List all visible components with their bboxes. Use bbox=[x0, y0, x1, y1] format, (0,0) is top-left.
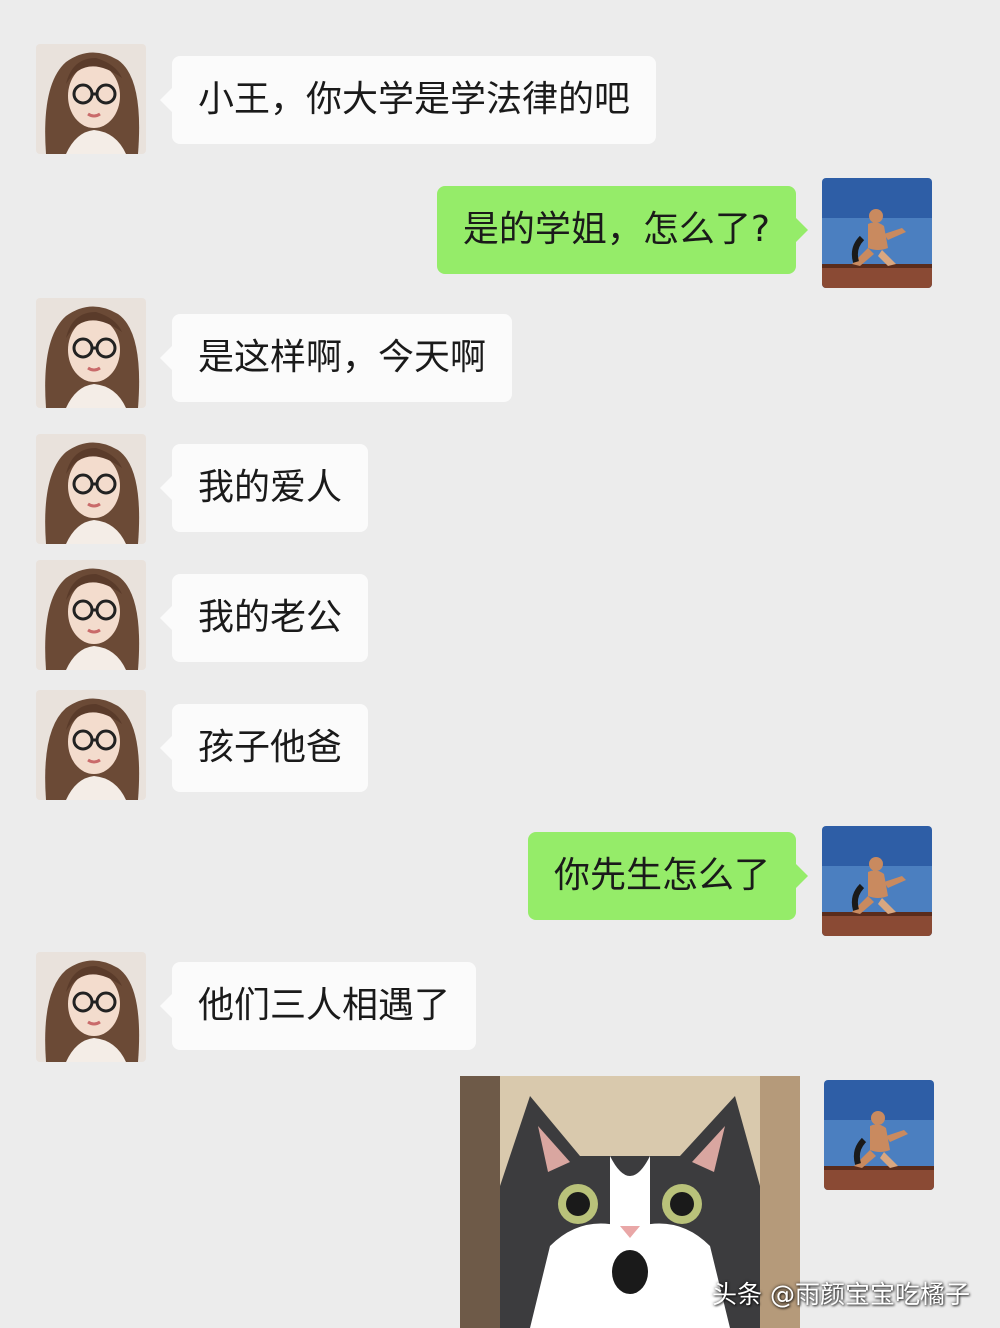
incoming-message-bubble[interactable]: 是这样啊，今天啊 bbox=[159, 314, 513, 402]
outgoing-message-bubble[interactable]: 是的学姐，怎么了? bbox=[436, 186, 809, 274]
incoming-message-bubble[interactable]: 他们三人相遇了 bbox=[159, 962, 477, 1050]
contact-avatar-icon[interactable] bbox=[36, 690, 146, 800]
contact-avatar-icon[interactable] bbox=[36, 298, 146, 408]
incoming-message-bubble[interactable]: 我的爱人 bbox=[159, 444, 369, 532]
incoming-message-bubble[interactable]: 我的老公 bbox=[159, 574, 369, 662]
self-avatar-icon[interactable] bbox=[822, 178, 932, 288]
self-avatar-icon[interactable] bbox=[824, 1080, 934, 1190]
contact-avatar-icon[interactable] bbox=[36, 44, 146, 154]
chat-conversation: 小王，你大学是学法律的吧 是的学姐，怎么了? 是这样啊，今天啊 我的爱人 我的老… bbox=[0, 0, 1000, 1328]
incoming-message-bubble[interactable]: 孩子他爸 bbox=[159, 704, 369, 792]
incoming-message-bubble[interactable]: 小王，你大学是学法律的吧 bbox=[159, 56, 657, 144]
self-avatar-icon[interactable] bbox=[822, 826, 932, 936]
outgoing-message-bubble[interactable]: 你先生怎么了 bbox=[527, 832, 809, 920]
watermark-text: 头条 @雨颜宝宝吃橘子 bbox=[712, 1280, 970, 1309]
contact-avatar-icon[interactable] bbox=[36, 560, 146, 670]
contact-avatar-icon[interactable] bbox=[36, 952, 146, 1062]
contact-avatar-icon[interactable] bbox=[36, 434, 146, 544]
